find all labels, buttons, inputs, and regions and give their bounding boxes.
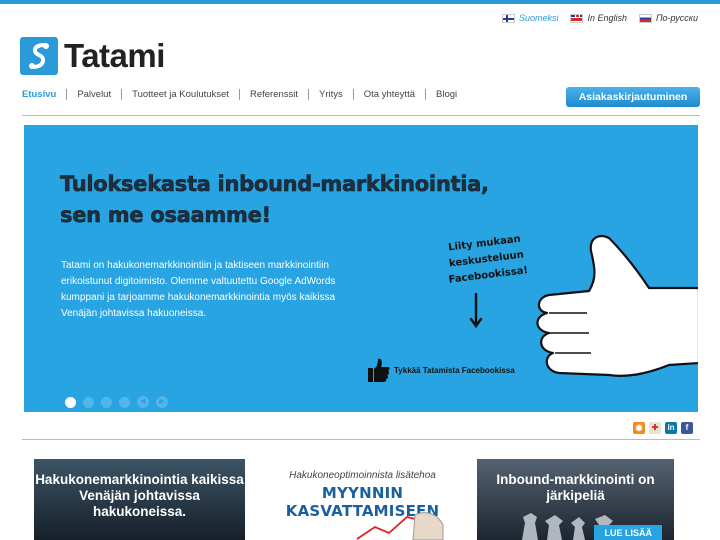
slide-dot-1[interactable]	[65, 396, 76, 408]
hero-title-line2: sen me osaamme!	[60, 203, 272, 228]
nav-tuotteet[interactable]: Tuotteet ja Koulutukset	[121, 89, 239, 100]
thumbs-up-icon	[368, 358, 390, 382]
hero-description: Tatami on hakukonemarkkinointiin ja takt…	[61, 260, 336, 319]
promo-card-2-subtitle: Hakukoneoptimoinnista lisätehoa	[289, 470, 436, 481]
facebook-like-link[interactable]: Tykkää Tatamista Facebookissa	[366, 357, 515, 383]
russia-flag-icon	[639, 13, 652, 23]
nav-yritys[interactable]: Yritys	[308, 89, 353, 100]
promo-card-1-title: Hakukonemarkkinointia kaikissa Venäjän j…	[35, 472, 244, 519]
slide-dot-2[interactable]	[83, 396, 94, 408]
lang-russian-label: По-русски	[656, 13, 698, 23]
nav-etusivu[interactable]: Etusivu	[22, 89, 66, 100]
facebook-like-label: Tykkää Tatamista Facebookissa	[394, 365, 515, 375]
slider-controls: ◀ ▶	[65, 396, 168, 408]
nav-blogi[interactable]: Blogi	[425, 89, 467, 100]
promo-card-inbound[interactable]: Inbound-markkinointi on järkipeliä LUE L…	[477, 459, 674, 540]
hero-title-line1: Tuloksekasta inbound-markkinointia,	[60, 172, 489, 197]
rss-icon[interactable]: ◉	[633, 422, 645, 434]
promo-card-search-marketing[interactable]: Hakukonemarkkinointia kaikissa Venäjän j…	[34, 459, 245, 540]
site-logo[interactable]: Tatami	[20, 37, 165, 75]
linkedin-icon[interactable]: in	[665, 422, 677, 434]
nav-referenssit[interactable]: Referenssit	[238, 89, 308, 100]
lang-english-label: In English	[587, 13, 627, 23]
slide-dot-3[interactable]	[101, 396, 112, 408]
brand-name: Tatami	[64, 37, 165, 74]
lang-english[interactable]: In English	[570, 13, 627, 23]
uk-flag-icon	[570, 13, 584, 23]
hero-banner: Tuloksekasta inbound-markkinointia, sen …	[24, 125, 698, 412]
lang-finnish-label: Suomeksi	[518, 13, 559, 23]
nav-palvelut[interactable]: Palvelut	[66, 89, 121, 100]
lang-russian[interactable]: По-русски	[639, 13, 698, 23]
slide-prev-icon[interactable]: ◀	[137, 396, 149, 408]
social-links: ◉ ✚ in f	[633, 422, 693, 434]
finland-flag-icon	[501, 13, 515, 23]
hero-title: Tuloksekasta inbound-markkinointia, sen …	[60, 169, 489, 231]
content-divider	[22, 439, 700, 440]
promo-card-seo[interactable]: Hakukoneoptimoinnista lisätehoa MYYNNIN …	[255, 459, 470, 540]
down-arrow-icon	[469, 293, 483, 329]
nav-ota-yhteytta[interactable]: Ota yhteyttä	[352, 89, 425, 100]
slide-dot-4[interactable]	[119, 396, 130, 408]
promo-card-3-title: Inbound-markkinointi on järkipeliä	[496, 472, 655, 503]
read-more-button[interactable]: LUE LISÄÄ	[594, 525, 662, 540]
facebook-icon[interactable]: f	[681, 422, 693, 434]
thumbs-up-illustration	[536, 235, 698, 377]
main-nav: Etusivu Palvelut Tuotteet ja Koulutukset…	[22, 89, 467, 100]
language-switcher: Suomeksi In English По-русски	[501, 13, 698, 23]
lang-finnish[interactable]: Suomeksi	[501, 13, 559, 23]
customer-login-button[interactable]: Asiakaskirjautuminen	[566, 87, 700, 107]
growth-chart-illustration	[356, 512, 444, 540]
top-accent-bar	[0, 0, 720, 4]
slide-next-icon[interactable]: ▶	[156, 396, 168, 408]
header-divider	[22, 115, 700, 116]
tatami-logo-icon	[20, 37, 58, 75]
bookmark-icon[interactable]: ✚	[649, 422, 661, 434]
